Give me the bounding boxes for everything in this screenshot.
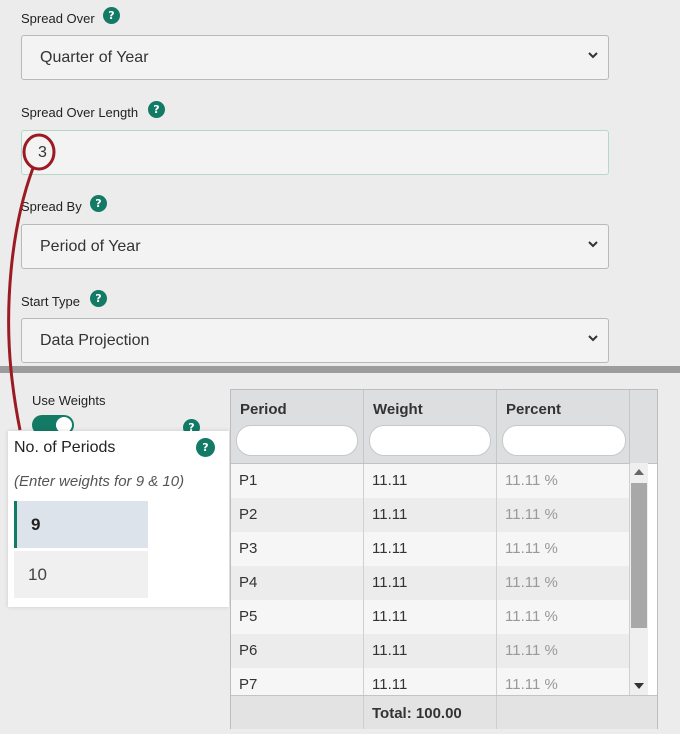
grid-footer: Total: 100.00 (231, 695, 657, 729)
spread-by-label: Spread By (21, 199, 82, 214)
spread-over-help-icon[interactable]: ? (103, 7, 120, 24)
spread-over-length-input[interactable]: 3 (21, 130, 609, 175)
column-weight: Weight (364, 390, 497, 463)
scrollbar-thumb[interactable] (631, 483, 647, 628)
scroll-down-arrow-icon[interactable] (634, 683, 644, 689)
percent-filter-input[interactable] (502, 425, 626, 456)
percent-cell: 11.11 % (497, 634, 630, 668)
settings-form: Spread Over ? Quarter of Year Spread Ove… (0, 0, 680, 368)
column-header-period[interactable]: Period (240, 401, 287, 418)
percent-cell: 11.11 % (497, 464, 630, 498)
spread-over-label: Spread Over (21, 11, 95, 26)
chevron-down-icon (588, 335, 598, 342)
spread-over-select[interactable]: Quarter of Year (21, 35, 609, 80)
weight-filter-input[interactable] (369, 425, 491, 456)
table-row[interactable]: P7 11.11 11.11 % (231, 668, 630, 695)
column-percent: Percent (497, 390, 630, 463)
period-cell: P1 (231, 464, 364, 498)
spread-over-length-value: 3 (38, 144, 47, 161)
weight-cell[interactable]: 11.11 (364, 498, 497, 532)
spread-by-help-icon[interactable]: ? (90, 195, 107, 212)
section-divider (0, 366, 680, 373)
grid-scrollbar[interactable] (630, 463, 648, 695)
weight-cell[interactable]: 11.11 (364, 634, 497, 668)
table-row[interactable]: P6 11.11 11.11 % (231, 634, 630, 668)
start-type-value: Data Projection (40, 332, 150, 349)
start-type-help-icon[interactable]: ? (90, 290, 107, 307)
table-row[interactable]: P2 11.11 11.11 % (231, 498, 630, 532)
periods-panel: No. of Periods ? (Enter weights for 9 & … (8, 431, 229, 607)
column-period: Period (231, 390, 364, 463)
percent-cell: 11.11 % (497, 600, 630, 634)
period-cell: P3 (231, 532, 364, 566)
column-header-weight[interactable]: Weight (373, 401, 423, 418)
period-cell: P5 (231, 600, 364, 634)
periods-title: No. of Periods (14, 439, 116, 456)
periods-hint: (Enter weights for 9 & 10) (14, 473, 185, 490)
use-weights-label: Use Weights (32, 393, 106, 408)
table-row[interactable]: P1 11.11 11.11 % (231, 464, 630, 498)
period-cell: P2 (231, 498, 364, 532)
period-option-10[interactable]: 10 (14, 551, 148, 598)
weight-cell[interactable]: 11.11 (364, 600, 497, 634)
spread-over-length-help-icon[interactable]: ? (148, 101, 165, 118)
footer-cell (231, 696, 364, 729)
chevron-down-icon (588, 52, 598, 59)
percent-cell: 11.11 % (497, 566, 630, 600)
weight-cell[interactable]: 11.11 (364, 566, 497, 600)
period-cell: P4 (231, 566, 364, 600)
chevron-down-icon (588, 241, 598, 248)
table-row[interactable]: P4 11.11 11.11 % (231, 566, 630, 600)
scroll-up-arrow-icon[interactable] (634, 469, 644, 475)
spread-over-length-label: Spread Over Length (21, 105, 139, 120)
table-row[interactable]: P5 11.11 11.11 % (231, 600, 630, 634)
weight-cell[interactable]: 11.11 (364, 464, 497, 498)
period-option-9[interactable]: 9 (14, 501, 148, 548)
period-cell: P7 (231, 668, 364, 695)
start-type-label: Start Type (21, 294, 81, 309)
periods-help-icon[interactable]: ? (196, 438, 215, 457)
spread-over-value: Quarter of Year (40, 49, 149, 66)
weights-grid: Period Weight Percent P1 11.11 11.11 % P… (230, 389, 658, 729)
start-type-select[interactable]: Data Projection (21, 318, 609, 363)
percent-cell: 11.11 % (497, 498, 630, 532)
percent-cell: 11.11 % (497, 668, 630, 695)
grid-header: Period Weight Percent (231, 390, 657, 464)
period-cell: P6 (231, 634, 364, 668)
period-filter-input[interactable] (236, 425, 358, 456)
table-row[interactable]: P3 11.11 11.11 % (231, 532, 630, 566)
weight-cell[interactable]: 11.11 (364, 668, 497, 695)
grid-total: Total: 100.00 (372, 705, 462, 722)
spread-by-value: Period of Year (40, 238, 141, 255)
spread-by-select[interactable]: Period of Year (21, 224, 609, 269)
weight-cell[interactable]: 11.11 (364, 532, 497, 566)
percent-cell: 11.11 % (497, 532, 630, 566)
column-header-percent[interactable]: Percent (506, 401, 561, 418)
